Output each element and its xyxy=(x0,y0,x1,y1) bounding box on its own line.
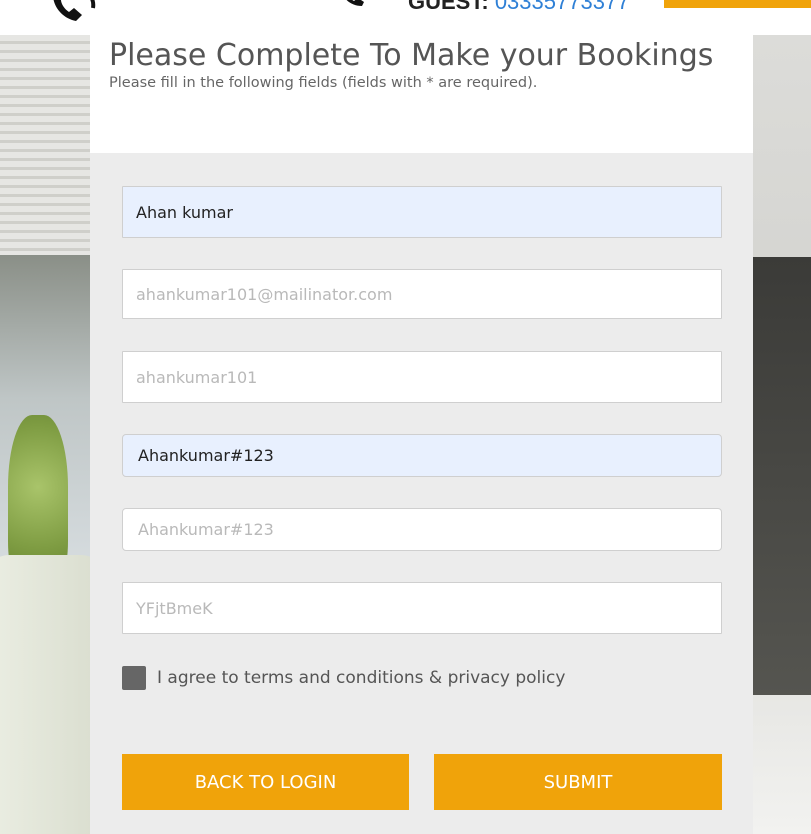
password-input[interactable] xyxy=(122,434,722,477)
guest-phone-number[interactable]: 03335773377 xyxy=(495,0,630,14)
phone-icon xyxy=(346,0,364,6)
guest-label: GUEST: xyxy=(408,0,489,14)
back-to-login-button[interactable]: BACK TO LOGIN xyxy=(122,754,409,810)
terms-checkbox[interactable] xyxy=(122,666,146,690)
captcha-input[interactable] xyxy=(122,582,722,634)
email-input[interactable] xyxy=(122,269,722,319)
full-name-input[interactable] xyxy=(122,186,722,238)
phone-icon xyxy=(53,0,96,21)
terms-agreement: I agree to terms and conditions & privac… xyxy=(122,666,565,690)
header-action-button[interactable] xyxy=(664,0,811,8)
confirm-password-input[interactable] xyxy=(122,508,722,551)
form-header: Please Complete To Make your Bookings Pl… xyxy=(90,35,753,153)
floor xyxy=(753,695,811,834)
dark-wall-panel xyxy=(753,257,811,697)
page-title: Please Complete To Make your Bookings xyxy=(109,38,714,73)
form-subtitle: Please fill in the following fields (fie… xyxy=(109,75,538,91)
site-header: GUEST: 03335773377 xyxy=(0,0,811,35)
booking-form-card: Please Complete To Make your Bookings Pl… xyxy=(90,35,753,834)
guest-phone: GUEST: 03335773377 xyxy=(408,0,629,13)
terms-label[interactable]: I agree to terms and conditions & privac… xyxy=(157,668,565,688)
username-input[interactable] xyxy=(122,351,722,403)
submit-button[interactable]: SUBMIT xyxy=(434,754,722,810)
